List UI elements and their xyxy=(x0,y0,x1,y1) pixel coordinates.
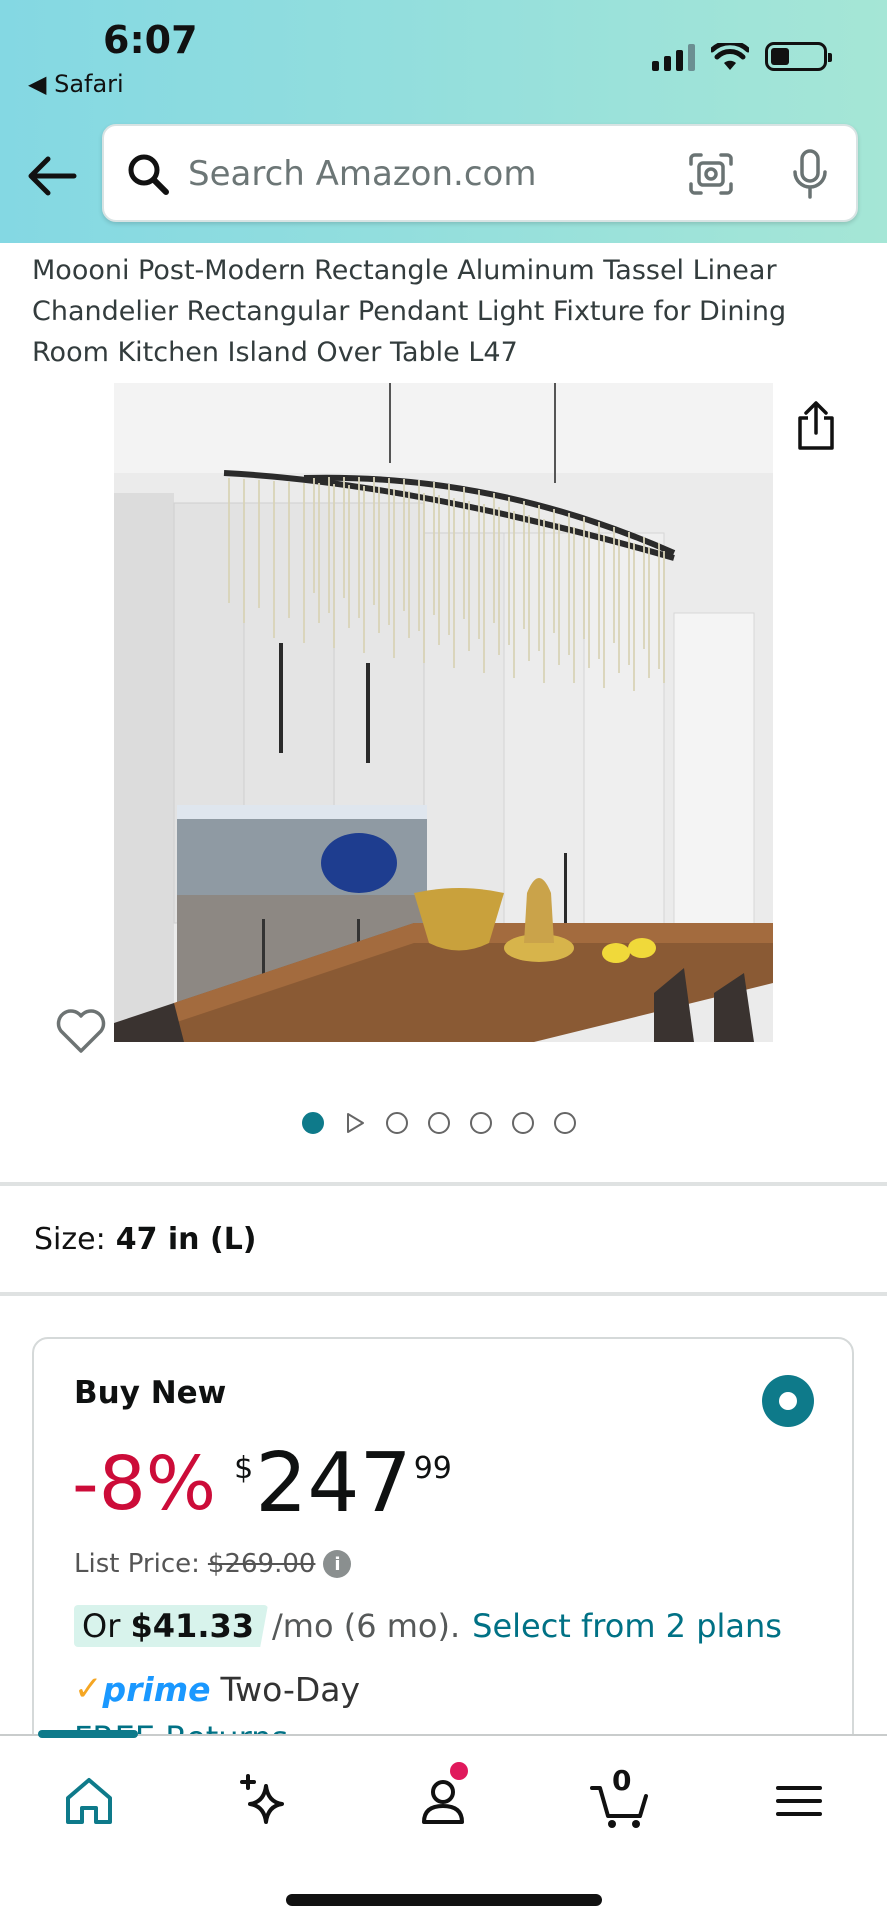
search-icon xyxy=(128,154,169,195)
account-button[interactable] xyxy=(408,1762,478,1836)
microphone-icon[interactable] xyxy=(790,148,830,200)
carousel-dot[interactable] xyxy=(469,1112,492,1134)
camera-scan-icon[interactable] xyxy=(688,152,734,196)
installment-pill: Or $41.33 xyxy=(74,1605,268,1647)
account-icon xyxy=(422,1780,464,1824)
notification-dot xyxy=(450,1762,468,1780)
video-play-icon[interactable] xyxy=(344,1112,366,1134)
cellular-signal-icon xyxy=(652,43,695,71)
cart-button[interactable]: 0 xyxy=(586,1764,656,1836)
info-icon[interactable]: i xyxy=(323,1550,352,1578)
menu-icon[interactable] xyxy=(764,1766,834,1836)
prime-delivery: ✓ prime Two-Day xyxy=(74,1669,360,1709)
image-carousel-dots xyxy=(0,1112,882,1134)
divider xyxy=(0,1182,887,1186)
carousel-dot[interactable] xyxy=(385,1112,408,1134)
list-price: List Price: $269.00 i xyxy=(74,1549,352,1579)
share-icon[interactable] xyxy=(792,400,840,452)
search-bar[interactable] xyxy=(102,124,858,222)
price: -8% $ 247 99 xyxy=(72,1439,452,1529)
active-tab-indicator xyxy=(38,1730,138,1738)
carousel-dot-active[interactable] xyxy=(301,1112,324,1134)
size-value: 47 in (L) xyxy=(115,1222,257,1257)
back-to-safari[interactable]: ◀ Safari xyxy=(28,70,124,98)
bottom-navigation: 0 xyxy=(0,1730,887,1920)
delivery-speed: Two-Day xyxy=(220,1669,361,1709)
installment-term: /mo (6 mo). xyxy=(272,1607,461,1645)
prime-logo: prime xyxy=(102,1669,211,1709)
select-plans-link[interactable]: Select from 2 plans xyxy=(472,1607,782,1645)
header: 6:07 ◀ Safari xyxy=(0,0,887,243)
wifi-icon xyxy=(711,42,749,70)
discount-percent: -8% xyxy=(72,1441,217,1527)
size-label: Size: xyxy=(34,1222,106,1257)
price-whole: 247 xyxy=(255,1436,412,1531)
product-title[interactable]: Moooni Post-Modern Rectangle Aluminum Ta… xyxy=(32,250,832,373)
installment-prefix: Or xyxy=(82,1607,121,1645)
installment-amount: $41.33 xyxy=(130,1607,254,1645)
list-price-value: $269.00 xyxy=(207,1549,316,1579)
heart-icon[interactable] xyxy=(55,1005,107,1055)
size-selector[interactable]: Size: 47 in (L) xyxy=(34,1222,257,1257)
home-indicator xyxy=(286,1894,602,1906)
buy-new-radio[interactable] xyxy=(762,1375,814,1427)
installment-offer: Or $41.33 /mo (6 mo). Select from 2 plan… xyxy=(74,1605,782,1647)
prime-check-icon: ✓ xyxy=(74,1669,103,1709)
divider xyxy=(0,1292,887,1296)
price-fraction: 99 xyxy=(413,1451,452,1486)
sparkle-icon[interactable] xyxy=(230,1766,300,1836)
back-arrow-icon[interactable] xyxy=(26,153,78,199)
list-price-label: List Price: xyxy=(74,1549,200,1579)
carousel-dot[interactable] xyxy=(553,1112,576,1134)
status-time: 6:07 xyxy=(103,18,198,62)
buy-new-heading: Buy New xyxy=(74,1375,227,1411)
home-icon[interactable] xyxy=(54,1766,124,1836)
price-currency: $ xyxy=(234,1451,254,1486)
carousel-dot[interactable] xyxy=(511,1112,534,1134)
cart-count: 0 xyxy=(612,1764,632,1797)
product-image[interactable] xyxy=(114,383,773,1042)
carousel-dot[interactable] xyxy=(427,1112,450,1134)
status-icons xyxy=(652,42,832,71)
search-input[interactable] xyxy=(188,146,608,202)
battery-icon xyxy=(765,42,832,71)
